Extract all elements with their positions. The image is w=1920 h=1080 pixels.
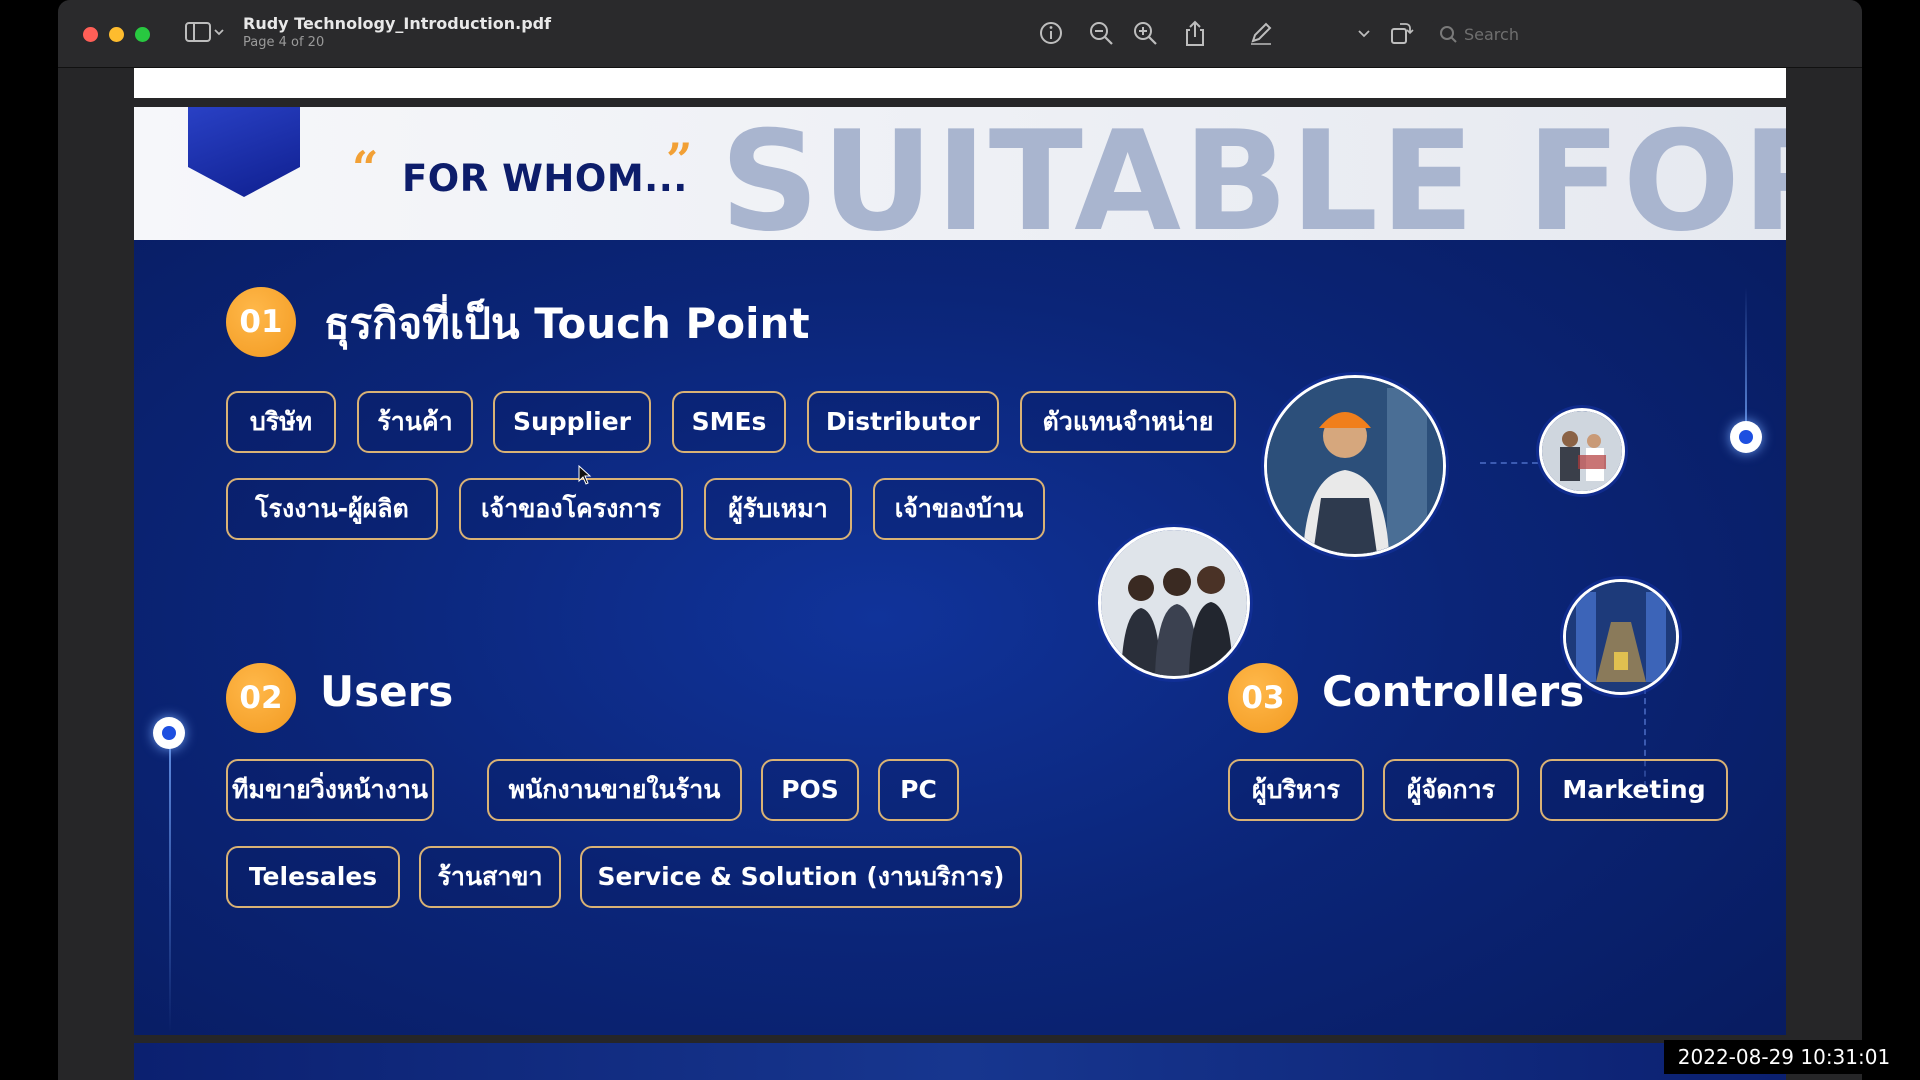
tag-service-solution: Service & Solution (งานบริการ): [580, 846, 1022, 908]
decor-line: [1745, 287, 1747, 437]
close-window-button[interactable]: [83, 27, 98, 42]
share-icon: [1186, 20, 1204, 46]
title-bar: Rudy Technology_Introduction.pdf Page 4 …: [58, 0, 1862, 68]
tag-factory-manufacturer: โรงงาน-ผู้ผลิต: [226, 478, 438, 540]
section-title-controllers: Controllers: [1322, 667, 1585, 716]
zoom-out-button[interactable]: [1086, 20, 1116, 53]
tag-project-owner: เจ้าของโครงการ: [459, 478, 683, 540]
markup-button[interactable]: [1246, 20, 1276, 53]
chevron-down-icon: [1358, 30, 1370, 38]
rotate-icon: [1391, 23, 1414, 44]
previous-page-edge: [134, 68, 1786, 98]
info-button[interactable]: [1036, 20, 1066, 53]
decor-dot-marker: [153, 717, 185, 749]
tag-marketing: Marketing: [1540, 759, 1728, 821]
search-icon: [1438, 21, 1460, 52]
tag-field-sales: ทีมขายวิ่งหน้างาน: [226, 759, 434, 821]
decor-dot-marker: [1730, 421, 1762, 453]
sidebar-toggle-button[interactable]: [182, 20, 226, 51]
search-field[interactable]: [1430, 20, 1760, 48]
tag-shop: ร้านค้า: [357, 391, 473, 453]
tag-branch-store: ร้านสาขา: [419, 846, 561, 908]
sidebar-icon: [185, 22, 224, 42]
warehouse-photo: [1563, 579, 1679, 695]
section-title-touch-point: ธุรกิจที่เป็น Touch Point: [324, 299, 810, 348]
tag-contractor: ผู้รับเหมา: [704, 478, 852, 540]
open-quote-mark: “: [352, 141, 379, 195]
tag-distributor: Distributor: [807, 391, 999, 453]
rotate-button[interactable]: [1386, 20, 1416, 53]
markup-options-button[interactable]: [1354, 20, 1374, 53]
tag-manager: ผู้จัดการ: [1383, 759, 1519, 821]
search-input[interactable]: [1464, 23, 1744, 45]
share-button[interactable]: [1180, 20, 1210, 55]
tag-pos: POS: [761, 759, 859, 821]
tag-smes: SMEs: [672, 391, 786, 453]
page-indicator: Page 4 of 20: [243, 35, 325, 50]
section-number-badge: 03: [1228, 663, 1298, 733]
document-title: Rudy Technology_Introduction.pdf: [243, 14, 552, 33]
fullscreen-window-button[interactable]: [135, 27, 150, 42]
document-scroll-area[interactable]: “ FOR WHOM... ” SUITABLE FOR 01 ธุรกิจที…: [58, 68, 1862, 1080]
zoom-in-icon: [1134, 22, 1157, 45]
slide-page-4: “ FOR WHOM... ” SUITABLE FOR 01 ธุรกิจที…: [134, 107, 1786, 1035]
tag-telesales: Telesales: [226, 846, 400, 908]
section-title-users: Users: [320, 667, 454, 716]
tag-supplier: Supplier: [493, 391, 651, 453]
close-quote-mark: ”: [666, 133, 693, 187]
recording-timestamp: 2022-08-29 10:31:01: [1664, 1040, 1904, 1074]
slide-header: “ FOR WHOM... ” SUITABLE FOR: [134, 107, 1786, 240]
zoom-out-icon: [1090, 22, 1113, 45]
section-number-badge: 01: [226, 287, 296, 357]
decor-line: [169, 732, 171, 1032]
tag-homeowner: เจ้าของบ้าน: [873, 478, 1045, 540]
tag-executive: ผู้บริหาร: [1228, 759, 1364, 821]
markup-pen-icon: [1251, 22, 1272, 45]
pdf-viewer-window: Rudy Technology_Introduction.pdf Page 4 …: [58, 0, 1862, 1080]
minimize-window-button[interactable]: [109, 27, 124, 42]
section-number-badge: 02: [226, 663, 296, 733]
worker-photo: [1264, 375, 1446, 557]
headline: SUITABLE FOR: [720, 107, 1786, 240]
tag-in-store-sales: พนักงานขายในร้าน: [487, 759, 742, 821]
logo-cube-icon: [188, 107, 300, 197]
zoom-in-button[interactable]: [1130, 20, 1160, 53]
engineers-photo: [1539, 408, 1625, 494]
info-icon: [1040, 22, 1062, 44]
tag-company: บริษัท: [226, 391, 336, 453]
tag-pc: PC: [878, 759, 959, 821]
tagline: FOR WHOM...: [402, 157, 688, 200]
call-center-photo: [1098, 527, 1250, 679]
next-page-edge: [134, 1043, 1786, 1080]
tag-dealer: ตัวแทนจำหน่าย: [1020, 391, 1236, 453]
